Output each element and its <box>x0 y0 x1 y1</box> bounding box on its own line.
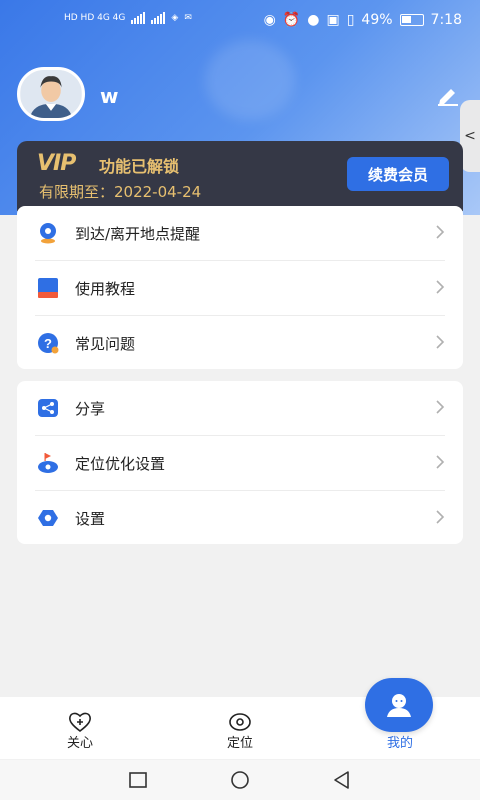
menu-item-settings[interactable]: 设置 <box>17 491 463 545</box>
chevron-right-icon <box>436 510 445 524</box>
app-notification-icon: ◈ <box>171 13 179 23</box>
menu-item-location-optimize[interactable]: 定位优化设置 <box>17 436 463 490</box>
heart-plus-icon <box>69 712 91 733</box>
home-icon[interactable] <box>230 770 250 790</box>
network-glyphs: HD HD 4G 4G <box>64 13 126 23</box>
eye-icon: ◉ <box>263 12 276 28</box>
vip-title: 功能已解锁 <box>99 157 180 176</box>
question-icon: ? <box>38 333 59 354</box>
location-eye-icon <box>229 713 251 731</box>
chevron-right-icon <box>436 455 445 469</box>
svg-text:?: ? <box>44 336 52 351</box>
settings-icon <box>38 510 58 526</box>
avatar-image <box>20 70 82 118</box>
chevron-right-icon <box>436 400 445 414</box>
tab-label: 我的 <box>386 736 413 751</box>
tab-location[interactable]: 定位 <box>160 697 320 759</box>
menu-item-share[interactable]: 分享 <box>17 381 463 435</box>
battery-icon <box>399 14 424 26</box>
vip-logo: VIP <box>37 151 76 176</box>
edit-icon[interactable] <box>436 84 460 106</box>
camera-icon: ▣ <box>326 12 340 28</box>
wechat-icon: ✉ <box>184 13 192 23</box>
tab-me-icon-button[interactable] <box>365 678 433 732</box>
user-icon <box>387 694 411 717</box>
side-panel-handle[interactable]: < <box>460 100 480 172</box>
avatar[interactable] <box>17 67 85 121</box>
tab-label: 定位 <box>226 736 253 751</box>
share-icon <box>38 399 58 417</box>
menu-item-faq[interactable]: ? 常见问题 <box>17 316 463 370</box>
chevron-left-icon: < <box>464 128 476 144</box>
menu-label: 设置 <box>75 510 106 528</box>
back-icon[interactable] <box>332 770 352 790</box>
chevron-right-icon <box>436 280 445 294</box>
menu-item-tutorial[interactable]: 使用教程 <box>17 261 463 315</box>
menu-label: 常见问题 <box>75 335 136 353</box>
menu-item-arrival-reminder[interactable]: 到达/离开地点提醒 <box>17 206 463 260</box>
vip-expiry: 有限期至：2022-04-24 <box>39 183 202 201</box>
status-left: HD HD 4G 4G ◈ ✉ <box>64 12 192 24</box>
signal-icon-2 <box>151 12 166 24</box>
vibrate-icon: ▯ <box>346 12 355 28</box>
header-decoration <box>205 40 295 120</box>
menu-label: 到达/离开地点提醒 <box>75 225 201 243</box>
menu-card-secondary: 分享 定位优化设置 设置 <box>17 381 463 544</box>
battery-percent: 49% <box>361 12 393 28</box>
location-optimize-icon <box>38 453 58 473</box>
location-pin-icon <box>40 223 56 244</box>
tab-care[interactable]: 关心 <box>0 697 160 759</box>
vip-banner: VIP 功能已解锁 有限期至：2022-04-24 续费会员 <box>17 141 463 211</box>
recents-icon[interactable] <box>128 770 148 790</box>
menu-label: 使用教程 <box>75 280 136 298</box>
username[interactable]: w <box>100 84 118 108</box>
status-bar: HD HD 4G 4G ◈ ✉ ◉ ⏰ ● ▣ ▯ 49% 7:18 <box>0 0 480 44</box>
clock: 7:18 <box>430 12 462 28</box>
menu-card-primary: 到达/离开地点提醒 使用教程 ? 常见问题 <box>17 206 463 369</box>
status-right: ◉ ⏰ ● ▣ ▯ 49% 7:18 <box>264 12 462 28</box>
chevron-right-icon <box>436 335 445 349</box>
book-icon <box>38 278 58 298</box>
system-nav-bar <box>0 760 480 800</box>
menu-label: 分享 <box>75 400 106 418</box>
renew-membership-button[interactable]: 续费会员 <box>347 157 449 191</box>
signal-icon <box>131 12 146 24</box>
menu-label: 定位优化设置 <box>75 455 166 473</box>
tab-label: 关心 <box>66 736 93 751</box>
location-icon: ● <box>307 12 320 28</box>
chevron-right-icon <box>436 225 445 239</box>
alarm-icon: ⏰ <box>282 12 301 28</box>
